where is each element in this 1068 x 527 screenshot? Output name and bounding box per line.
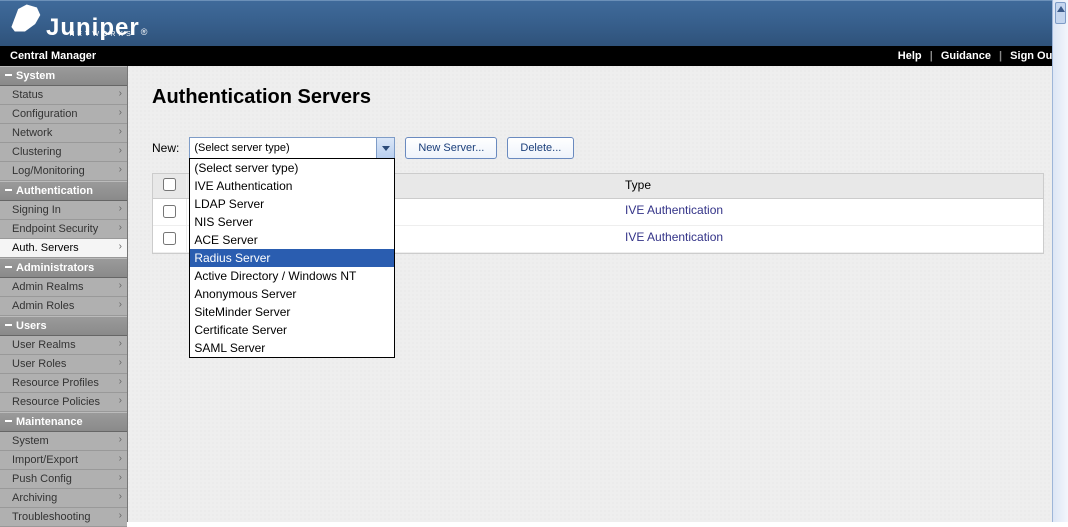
sidebar-item[interactable]: Admin Roles xyxy=(0,297,127,316)
dropdown-option[interactable]: SiteMinder Server xyxy=(190,303,394,321)
sidebar-item[interactable]: Signing In xyxy=(0,201,127,220)
new-server-button[interactable]: New Server... xyxy=(405,137,497,159)
delete-button[interactable]: Delete... xyxy=(507,137,574,159)
server-type-select[interactable]: (Select server type) xyxy=(189,137,395,159)
sidebar-section[interactable]: Authentication xyxy=(0,181,127,201)
signout-link[interactable]: Sign Out xyxy=(1010,50,1056,62)
sidebar-item[interactable]: Push Config xyxy=(0,470,127,489)
dropdown-option[interactable]: ACE Server xyxy=(190,231,394,249)
sidebar-section[interactable]: Administrators xyxy=(0,258,127,278)
toolbar: New: (Select server type) (Select server… xyxy=(152,137,1044,159)
utility-bar: Central Manager Help | Guidance | Sign O… xyxy=(0,46,1068,66)
select-all-checkbox[interactable] xyxy=(163,178,176,191)
dropdown-option[interactable]: LDAP Server xyxy=(190,195,394,213)
sidebar-item[interactable]: Endpoint Security xyxy=(0,220,127,239)
dropdown-option[interactable]: NIS Server xyxy=(190,213,394,231)
brand-logo: Juniper ® NETWORKS xyxy=(8,5,134,42)
sidebar-item[interactable]: User Realms xyxy=(0,336,127,355)
sidebar-item[interactable]: Resource Profiles xyxy=(0,374,127,393)
main-content: Authentication Servers New: (Select serv… xyxy=(128,66,1068,522)
td-checkbox xyxy=(153,199,187,225)
sidebar-item[interactable]: Import/Export xyxy=(0,451,127,470)
util-right: Help | Guidance | Sign Out xyxy=(896,50,1058,62)
th-checkbox xyxy=(153,174,187,198)
separator: | xyxy=(930,50,933,62)
dropdown-option[interactable]: Certificate Server xyxy=(190,321,394,339)
sidebar-item[interactable]: Troubleshooting xyxy=(0,508,127,527)
sidebar-item[interactable]: User Roles xyxy=(0,355,127,374)
select-value: (Select server type) xyxy=(194,142,289,154)
juniper-leaf-icon xyxy=(8,3,42,33)
brand-subtitle: NETWORKS xyxy=(69,31,133,38)
registered-mark: ® xyxy=(141,27,148,37)
sidebar-item[interactable]: Archiving xyxy=(0,489,127,508)
separator: | xyxy=(999,50,1002,62)
sidebar-section[interactable]: Maintenance xyxy=(0,412,127,432)
row-checkbox[interactable] xyxy=(163,205,176,218)
guidance-link[interactable]: Guidance xyxy=(941,50,991,62)
sidebar-item[interactable]: Configuration xyxy=(0,105,127,124)
vertical-scrollbar[interactable] xyxy=(1052,0,1068,522)
sidebar-nav: SystemStatusConfigurationNetworkClusteri… xyxy=(0,66,128,522)
dropdown-option[interactable]: Radius Server xyxy=(190,249,394,267)
th-type: Type xyxy=(617,174,1043,198)
help-link[interactable]: Help xyxy=(898,50,922,62)
sidebar-item[interactable]: Auth. Servers xyxy=(0,239,127,258)
sidebar-item[interactable]: Clustering xyxy=(0,143,127,162)
sidebar-item[interactable]: Network xyxy=(0,124,127,143)
td-server-type: IVE Authentication xyxy=(617,199,1043,225)
page-title: Authentication Servers xyxy=(152,86,1044,109)
td-checkbox xyxy=(153,226,187,252)
brand-header: Juniper ® NETWORKS xyxy=(0,0,1068,46)
dropdown-option[interactable]: SAML Server xyxy=(190,339,394,357)
server-type-select-wrapper: (Select server type) (Select server type… xyxy=(189,137,395,159)
sidebar-item[interactable]: Status xyxy=(0,86,127,105)
row-checkbox[interactable] xyxy=(163,232,176,245)
dropdown-option[interactable]: IVE Authentication xyxy=(190,177,394,195)
sidebar-section[interactable]: System xyxy=(0,66,127,86)
chevron-down-icon xyxy=(376,138,394,158)
sidebar-item[interactable]: System xyxy=(0,432,127,451)
new-label: New: xyxy=(152,141,179,155)
sidebar-item[interactable]: Admin Realms xyxy=(0,278,127,297)
dropdown-option[interactable]: Anonymous Server xyxy=(190,285,394,303)
server-type-dropdown: (Select server type)IVE AuthenticationLD… xyxy=(189,158,395,358)
scroll-up-icon xyxy=(1057,6,1065,12)
sidebar-item[interactable]: Resource Policies xyxy=(0,393,127,412)
sidebar-item[interactable]: Log/Monitoring xyxy=(0,162,127,181)
sidebar-section[interactable]: Users xyxy=(0,316,127,336)
td-server-type: IVE Authentication xyxy=(617,226,1043,252)
dropdown-option[interactable]: Active Directory / Windows NT xyxy=(190,267,394,285)
util-left: Central Manager xyxy=(10,50,96,62)
dropdown-option[interactable]: (Select server type) xyxy=(190,159,394,177)
